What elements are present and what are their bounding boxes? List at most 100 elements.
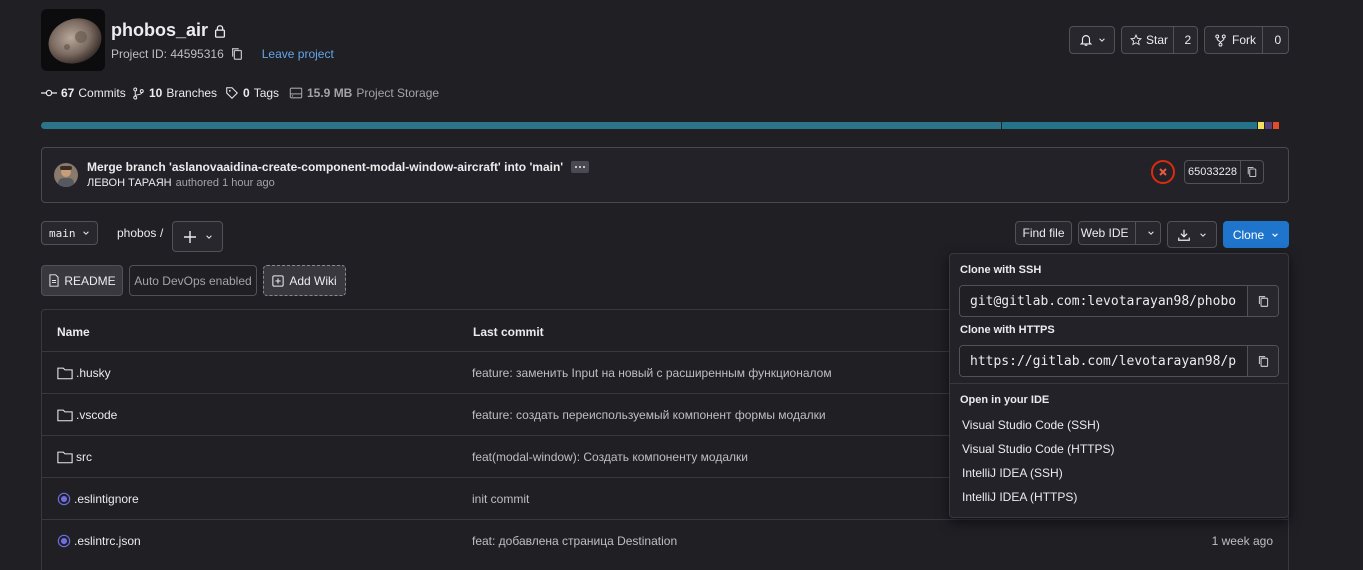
pipeline-failed-status[interactable]	[1151, 160, 1175, 184]
copy-icon	[1258, 355, 1268, 367]
ssh-url-input[interactable]	[960, 286, 1247, 316]
eslint-file-icon	[57, 534, 71, 547]
find-file-label: Find file	[1022, 226, 1065, 240]
copy-icon[interactable]	[230, 47, 244, 61]
notifications-button[interactable]	[1069, 26, 1115, 54]
commit-sha[interactable]: 65033228	[1185, 161, 1240, 183]
add-wiki-button[interactable]: Add Wiki	[263, 265, 346, 296]
commit-message-link[interactable]: feat(modal-window): Создать компоненту м…	[472, 450, 748, 464]
web-ide-button[interactable]: Web IDE	[1078, 221, 1161, 245]
copy-sha-button[interactable]	[1241, 161, 1263, 183]
folder-icon	[57, 409, 73, 421]
file-name: .eslintrc.json	[74, 533, 141, 548]
commit-message-link[interactable]: init commit	[472, 492, 529, 506]
breadcrumb-separator: /	[160, 226, 164, 240]
bell-icon	[1079, 35, 1092, 46]
commit-icon	[41, 89, 57, 97]
lock-icon	[214, 24, 226, 38]
language-segment[interactable]	[1264, 122, 1272, 129]
file-name-link[interactable]: .husky	[57, 366, 111, 380]
add-to-tree-button[interactable]	[172, 221, 223, 252]
fork-label: Fork	[1232, 33, 1256, 47]
ide-option-vscode-https[interactable]: Visual Studio Code (HTTPS)	[962, 442, 1115, 456]
folder-icon	[57, 451, 73, 463]
clone-dropdown: Clone with SSH Clone with HTTPS Open in …	[949, 253, 1289, 518]
clone-button[interactable]: Clone	[1223, 221, 1289, 248]
commit-message-link[interactable]: feature: создать переиспользуемый компон…	[472, 408, 826, 422]
column-header-name: Name	[57, 325, 90, 339]
commit-author-link[interactable]: ЛЕВОН ТАРАЯН	[87, 177, 172, 189]
commit-description-toggle[interactable]	[571, 161, 590, 173]
star-count: 2	[1184, 33, 1192, 47]
open-in-ide-title: Open in your IDE	[960, 394, 1050, 406]
language-segment[interactable]	[1271, 122, 1279, 129]
last-commit-panel: Merge branch 'aslanovaaidina-create-comp…	[41, 147, 1289, 203]
language-segment[interactable]	[1000, 122, 1257, 129]
file-name-link[interactable]: src	[57, 450, 92, 464]
language-segment[interactable]	[1256, 122, 1265, 129]
file-name: .husky	[76, 365, 111, 380]
file-icon	[49, 274, 59, 287]
web-ide-label: Web IDE	[1080, 226, 1129, 240]
fork-count: 0	[1274, 33, 1282, 47]
commit-message-link[interactable]: feature: заменить Input на новый с расши…	[472, 366, 832, 380]
storage-link[interactable]: 15.9 MB Project Storage	[289, 86, 439, 100]
fork-button[interactable]: Fork 0	[1204, 26, 1289, 54]
ide-option-intellij-ssh[interactable]: IntelliJ IDEA (SSH)	[962, 466, 1063, 480]
file-name: .vscode	[76, 407, 118, 422]
readme-label: README	[64, 273, 116, 288]
chevron-down-icon	[1200, 232, 1206, 237]
tags-link[interactable]: 0 Tags	[225, 86, 279, 100]
phobos-moon-image	[48, 18, 102, 64]
storage-icon	[289, 87, 303, 99]
commit-time: 1 week ago	[1211, 533, 1273, 548]
repository-languages-bar[interactable]	[41, 122, 1289, 129]
copy-ssh-url-button[interactable]	[1248, 286, 1278, 316]
project-id: Project ID: 44595316	[111, 47, 224, 61]
web-ide-dropdown-toggle[interactable]	[1141, 229, 1160, 237]
ellipsis-icon	[575, 166, 586, 168]
ide-option-intellij-https[interactable]: IntelliJ IDEA (HTTPS)	[962, 490, 1077, 504]
storage-size: 15.9 MB	[307, 86, 353, 100]
copy-icon	[1247, 166, 1257, 178]
ide-option-vscode-ssh[interactable]: Visual Studio Code (SSH)	[962, 418, 1100, 432]
table-row[interactable]: .eslintrc.json feat: добавлена страница D…	[41, 519, 1289, 561]
chevron-down-icon	[205, 234, 212, 239]
star-button[interactable]: Star 2	[1121, 26, 1198, 54]
commits-label: Commits	[78, 86, 126, 100]
commit-title-link[interactable]: Merge branch 'aslanovaaidina-create-comp…	[87, 160, 563, 174]
file-name-link[interactable]: .eslintignore	[57, 492, 139, 506]
commits-link[interactable]: 67 Commits	[41, 86, 126, 100]
tags-count: 0	[243, 86, 250, 100]
commit-message-link[interactable]: feat: добавлена страница Destination	[472, 534, 677, 548]
download-icon	[1178, 229, 1190, 241]
project-avatar[interactable]	[41, 9, 105, 71]
clone-label: Clone	[1232, 227, 1265, 242]
leave-project-link[interactable]: Leave project	[262, 47, 334, 61]
file-name-link[interactable]: .eslintrc.json	[57, 534, 141, 548]
readme-button[interactable]: README	[41, 265, 123, 296]
dropdown-divider	[950, 383, 1288, 384]
project-title[interactable]: phobos_air	[111, 20, 208, 41]
branch-selector[interactable]: main	[41, 221, 98, 245]
breadcrumb-root[interactable]: phobos	[117, 226, 156, 240]
find-file-button[interactable]: Find file	[1015, 221, 1072, 245]
file-name-link[interactable]: .vscode	[57, 408, 117, 422]
fork-icon	[1215, 33, 1226, 47]
branches-link[interactable]: 10 Branches	[132, 86, 217, 100]
author-photo	[58, 166, 74, 187]
copy-icon	[1258, 295, 1268, 307]
close-icon	[1159, 168, 1167, 176]
commits-count: 67	[61, 86, 75, 100]
language-segment[interactable]	[41, 122, 1001, 129]
chevron-down-icon	[1272, 232, 1278, 237]
download-button[interactable]	[1167, 221, 1217, 248]
https-url-input[interactable]	[960, 346, 1247, 376]
branch-name: main	[49, 226, 76, 240]
chevron-down-icon	[82, 231, 89, 235]
auto-devops-button[interactable]: Auto DevOps enabled	[129, 265, 257, 296]
copy-https-url-button[interactable]	[1248, 346, 1278, 376]
author-avatar[interactable]	[54, 163, 78, 187]
column-header-last-commit: Last commit	[473, 325, 544, 339]
chevron-down-icon	[1147, 231, 1154, 235]
